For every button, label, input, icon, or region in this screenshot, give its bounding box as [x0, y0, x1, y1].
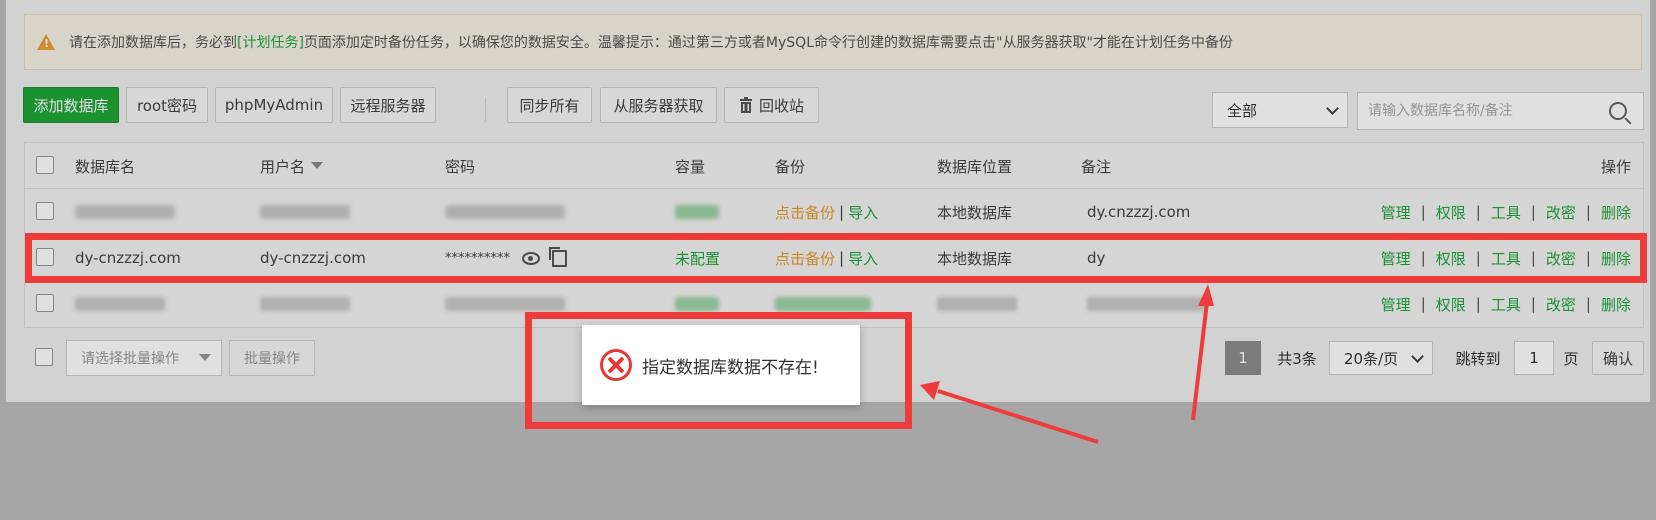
- annotation-arrows: [920, 284, 1214, 444]
- arrow-to-toast: [937, 389, 1099, 444]
- error-toast: 指定数据库数据不存在!: [582, 325, 860, 405]
- error-icon: [600, 349, 632, 381]
- arrow-head-toast: [920, 381, 940, 400]
- arrow-to-row: [1191, 301, 1209, 421]
- toast-message: 指定数据库数据不存在!: [642, 357, 819, 378]
- arrow-head-row: [1198, 284, 1214, 306]
